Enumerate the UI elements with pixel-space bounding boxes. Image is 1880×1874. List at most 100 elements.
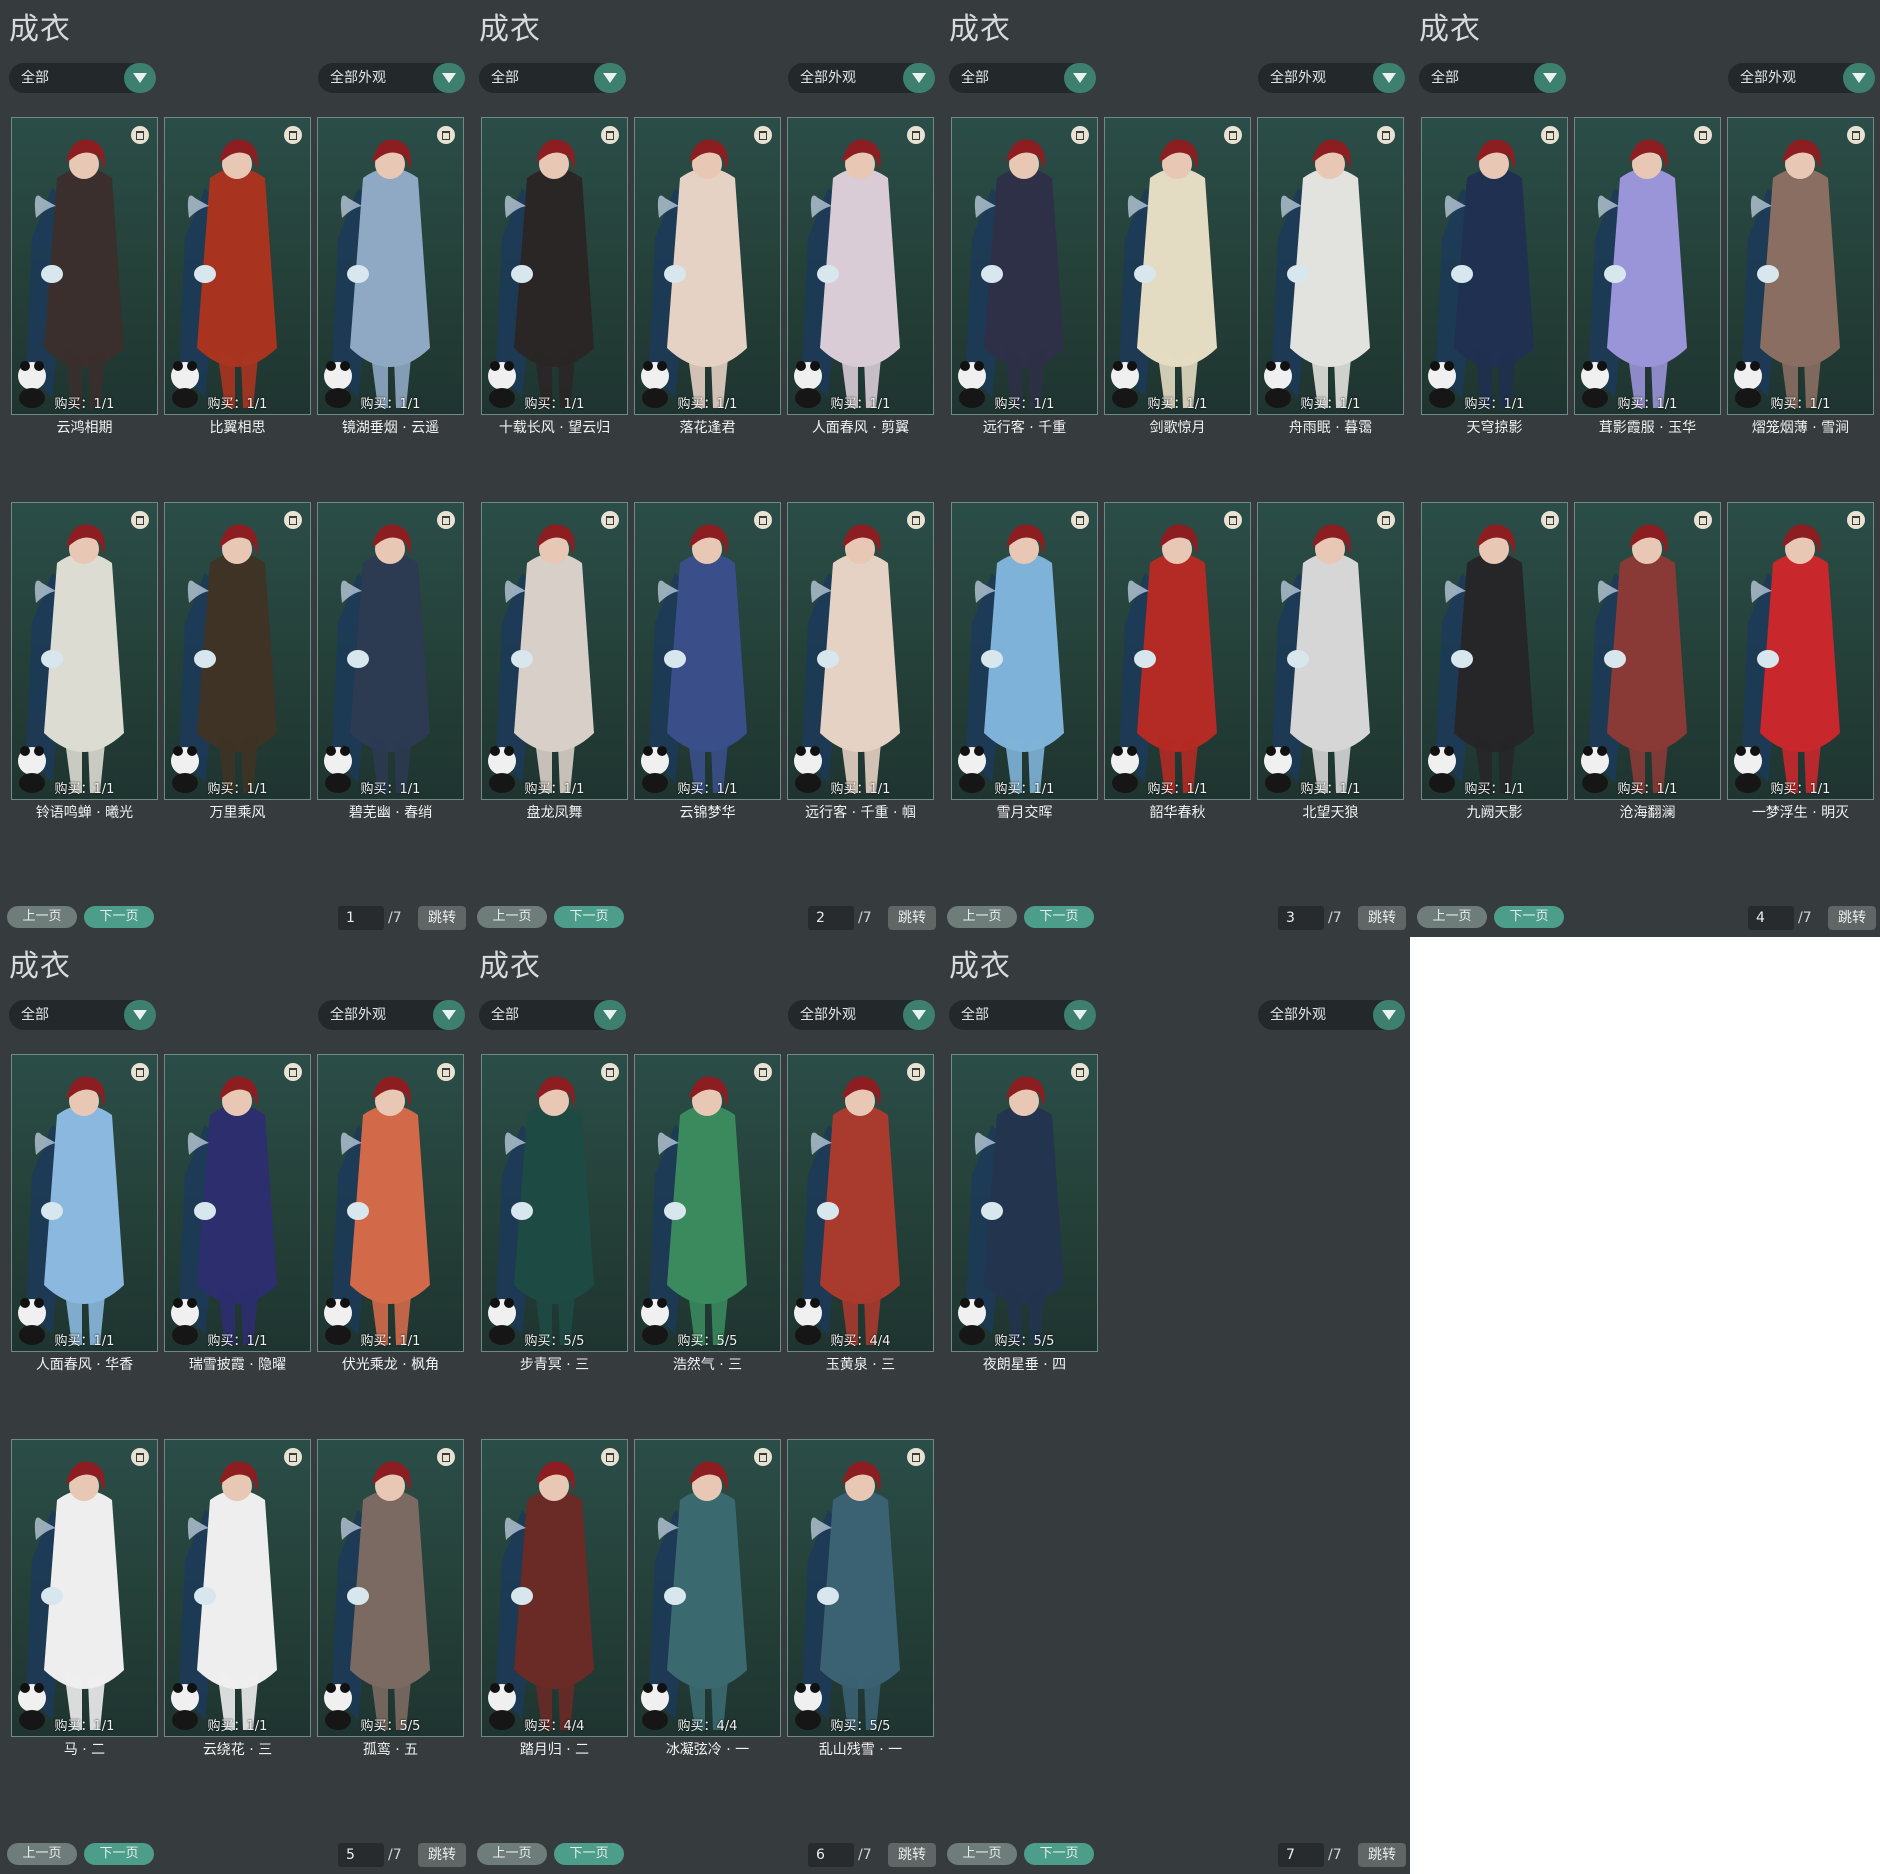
trash-icon[interactable]	[907, 511, 925, 529]
outfit-card[interactable]: 购买：1/1	[951, 117, 1098, 415]
outfit-card[interactable]: 购买：4/4	[634, 1439, 781, 1737]
jump-button[interactable]: 跳转	[1358, 906, 1406, 930]
trash-icon[interactable]	[754, 126, 772, 144]
outfit-card[interactable]: 购买：1/1	[634, 502, 781, 800]
prev-page-button[interactable]: 上一页	[477, 1843, 547, 1865]
chevron-down-icon[interactable]	[594, 1000, 626, 1030]
next-page-button[interactable]: 下一页	[84, 906, 154, 928]
trash-icon[interactable]	[284, 1063, 302, 1081]
appearance-dropdown[interactable]: 全部外观	[1728, 63, 1875, 93]
trash-icon[interactable]	[1071, 1063, 1089, 1081]
outfit-card[interactable]: 购买：1/1	[11, 502, 158, 800]
trash-icon[interactable]	[601, 511, 619, 529]
jump-button[interactable]: 跳转	[888, 906, 936, 930]
trash-icon[interactable]	[601, 1448, 619, 1466]
page-number-input[interactable]: 4	[1748, 906, 1794, 930]
trash-icon[interactable]	[437, 1063, 455, 1081]
chevron-down-icon[interactable]	[594, 63, 626, 93]
prev-page-button[interactable]: 上一页	[7, 906, 77, 928]
trash-icon[interactable]	[437, 126, 455, 144]
appearance-dropdown[interactable]: 全部外观	[318, 63, 465, 93]
prev-page-button[interactable]: 上一页	[947, 906, 1017, 928]
trash-icon[interactable]	[754, 1063, 772, 1081]
trash-icon[interactable]	[1071, 511, 1089, 529]
trash-icon[interactable]	[1694, 511, 1712, 529]
trash-icon[interactable]	[1071, 126, 1089, 144]
appearance-dropdown[interactable]: 全部外观	[788, 1000, 935, 1030]
outfit-card[interactable]: 购买：1/1	[11, 117, 158, 415]
appearance-dropdown[interactable]: 全部外观	[318, 1000, 465, 1030]
chevron-down-icon[interactable]	[433, 1000, 465, 1030]
category-dropdown[interactable]: 全部	[9, 1000, 156, 1030]
outfit-card[interactable]: 购买：1/1	[634, 117, 781, 415]
outfit-card[interactable]: 购买：1/1	[1257, 502, 1404, 800]
trash-icon[interactable]	[437, 511, 455, 529]
outfit-card[interactable]: 购买：1/1	[1421, 502, 1568, 800]
outfit-card[interactable]: 购买：4/4	[787, 1054, 934, 1352]
next-page-button[interactable]: 下一页	[1024, 1843, 1094, 1865]
trash-icon[interactable]	[601, 126, 619, 144]
next-page-button[interactable]: 下一页	[1024, 906, 1094, 928]
trash-icon[interactable]	[131, 1448, 149, 1466]
trash-icon[interactable]	[907, 126, 925, 144]
page-number-input[interactable]: 1	[338, 906, 384, 930]
trash-icon[interactable]	[601, 1063, 619, 1081]
outfit-card[interactable]: 购买：1/1	[1421, 117, 1568, 415]
prev-page-button[interactable]: 上一页	[477, 906, 547, 928]
trash-icon[interactable]	[1377, 126, 1395, 144]
prev-page-button[interactable]: 上一页	[7, 1843, 77, 1865]
trash-icon[interactable]	[1541, 511, 1559, 529]
page-number-input[interactable]: 5	[338, 1843, 384, 1867]
next-page-button[interactable]: 下一页	[84, 1843, 154, 1865]
outfit-card[interactable]: 购买：1/1	[164, 117, 311, 415]
trash-icon[interactable]	[1377, 511, 1395, 529]
outfit-card[interactable]: 购买：1/1	[1104, 117, 1251, 415]
chevron-down-icon[interactable]	[903, 1000, 935, 1030]
jump-button[interactable]: 跳转	[888, 1843, 936, 1867]
chevron-down-icon[interactable]	[1064, 1000, 1096, 1030]
outfit-card[interactable]: 购买：1/1	[1104, 502, 1251, 800]
trash-icon[interactable]	[131, 1063, 149, 1081]
trash-icon[interactable]	[1694, 126, 1712, 144]
jump-button[interactable]: 跳转	[418, 1843, 466, 1867]
next-page-button[interactable]: 下一页	[1494, 906, 1564, 928]
appearance-dropdown[interactable]: 全部外观	[788, 63, 935, 93]
chevron-down-icon[interactable]	[1534, 63, 1566, 93]
outfit-card[interactable]: 购买：1/1	[317, 1054, 464, 1352]
chevron-down-icon[interactable]	[124, 1000, 156, 1030]
trash-icon[interactable]	[1847, 126, 1865, 144]
jump-button[interactable]: 跳转	[1828, 906, 1876, 930]
outfit-card[interactable]: 购买：1/1	[164, 1054, 311, 1352]
trash-icon[interactable]	[284, 126, 302, 144]
trash-icon[interactable]	[284, 511, 302, 529]
trash-icon[interactable]	[1847, 511, 1865, 529]
trash-icon[interactable]	[284, 1448, 302, 1466]
category-dropdown[interactable]: 全部	[949, 63, 1096, 93]
outfit-card[interactable]: 购买：4/4	[481, 1439, 628, 1737]
outfit-card[interactable]: 购买：1/1	[1257, 117, 1404, 415]
outfit-card[interactable]: 购买：1/1	[11, 1439, 158, 1737]
trash-icon[interactable]	[131, 511, 149, 529]
trash-icon[interactable]	[907, 1448, 925, 1466]
next-page-button[interactable]: 下一页	[554, 906, 624, 928]
outfit-card[interactable]: 购买：5/5	[634, 1054, 781, 1352]
appearance-dropdown[interactable]: 全部外观	[1258, 1000, 1405, 1030]
outfit-card[interactable]: 购买：1/1	[164, 1439, 311, 1737]
chevron-down-icon[interactable]	[903, 63, 935, 93]
trash-icon[interactable]	[437, 1448, 455, 1466]
trash-icon[interactable]	[907, 1063, 925, 1081]
trash-icon[interactable]	[131, 126, 149, 144]
outfit-card[interactable]: 购买：1/1	[951, 502, 1098, 800]
outfit-card[interactable]: 购买：1/1	[787, 117, 934, 415]
prev-page-button[interactable]: 上一页	[947, 1843, 1017, 1865]
page-number-input[interactable]: 3	[1278, 906, 1324, 930]
page-number-input[interactable]: 7	[1278, 1843, 1324, 1867]
outfit-card[interactable]: 购买：1/1	[11, 1054, 158, 1352]
trash-icon[interactable]	[1224, 126, 1242, 144]
outfit-card[interactable]: 购买：5/5	[317, 1439, 464, 1737]
page-number-input[interactable]: 6	[808, 1843, 854, 1867]
trash-icon[interactable]	[1541, 126, 1559, 144]
outfit-card[interactable]: 购买：5/5	[481, 1054, 628, 1352]
outfit-card[interactable]: 购买：5/5	[787, 1439, 934, 1737]
outfit-card[interactable]: 购买：1/1	[481, 502, 628, 800]
